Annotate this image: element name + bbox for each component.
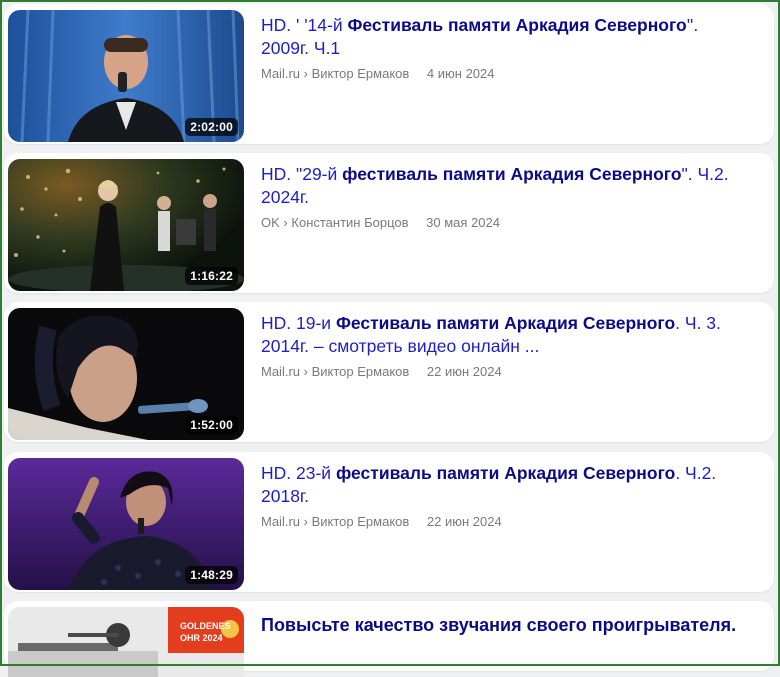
ad-badge-line2: OHR 2024 bbox=[180, 633, 223, 643]
author-name[interactable]: Константин Борцов bbox=[291, 215, 408, 230]
video-title-link[interactable]: HD. "29-й фестиваль памяти Аркадия Север… bbox=[261, 163, 751, 209]
publish-date: 4 июн 2024 bbox=[426, 66, 495, 81]
breadcrumb-separator: › bbox=[303, 364, 308, 379]
video-thumbnail[interactable]: 1:48:29 bbox=[8, 458, 244, 590]
video-thumbnail[interactable]: 1:16:22 bbox=[8, 159, 244, 291]
video-duration: 2:02:00 bbox=[185, 118, 238, 136]
video-duration: 1:52:00 bbox=[185, 416, 238, 434]
title-prefix: HD. ' '14-й bbox=[261, 15, 348, 35]
breadcrumb-separator: › bbox=[303, 514, 308, 529]
source-name[interactable]: Mail.ru bbox=[261, 66, 300, 81]
breadcrumb-separator: › bbox=[283, 215, 288, 230]
ad-card[interactable]: GOLDENES OHR 2024 Повысьте качество звуч… bbox=[4, 601, 774, 677]
breadcrumb-separator: › bbox=[303, 66, 308, 81]
video-result-card[interactable]: 1:16:22 HD. "29-й фестиваль памяти Аркад… bbox=[4, 153, 774, 293]
author-name[interactable]: Виктор Ермаков bbox=[312, 514, 410, 529]
title-prefix: HD. "29-й bbox=[261, 164, 343, 184]
video-title-link[interactable]: HD. 23-й фестиваль памяти Аркадия Северн… bbox=[261, 462, 751, 508]
title-highlight: фестиваль памяти Аркадия Северного bbox=[335, 463, 676, 483]
author-name[interactable]: Виктор Ермаков bbox=[312, 66, 410, 81]
video-info: HD. "29-й фестиваль памяти Аркадия Север… bbox=[261, 163, 751, 230]
ad-badge-line1: GOLDENES bbox=[180, 621, 231, 631]
video-info: HD. 19-и Фестиваль памяти Аркадия Северн… bbox=[261, 312, 751, 379]
video-info: HD. ' '14-й Фестиваль памяти Аркадия Сев… bbox=[261, 14, 751, 81]
video-meta: Mail.ru › Виктор Ермаков 4 июн 2024 bbox=[261, 66, 751, 81]
video-meta: OK › Константин Борцов 30 мая 2024 bbox=[261, 215, 751, 230]
video-title-link[interactable]: HD. 19-и Фестиваль памяти Аркадия Северн… bbox=[261, 312, 751, 358]
ad-info: Повысьте качество звучания своего проигр… bbox=[261, 613, 751, 637]
source-name[interactable]: Mail.ru bbox=[261, 364, 300, 379]
video-result-card[interactable]: 1:52:00 HD. 19-и Фестиваль памяти Аркади… bbox=[4, 302, 774, 442]
video-duration: 1:16:22 bbox=[185, 267, 238, 285]
ad-thumbnail[interactable]: GOLDENES OHR 2024 bbox=[8, 607, 244, 677]
title-highlight: Фестиваль памяти Аркадия Северного bbox=[335, 313, 676, 333]
ad-title-link[interactable]: Повысьте качество звучания своего проигр… bbox=[261, 613, 751, 637]
video-result-card[interactable]: 1:48:29 HD. 23-й фестиваль памяти Аркади… bbox=[4, 452, 774, 592]
video-title-link[interactable]: HD. ' '14-й Фестиваль памяти Аркадия Сев… bbox=[261, 14, 751, 60]
video-thumbnail[interactable]: 2:02:00 bbox=[8, 10, 244, 142]
title-highlight: фестиваль памяти Аркадия Северного bbox=[342, 164, 682, 184]
video-meta: Mail.ru › Виктор Ермаков 22 июн 2024 bbox=[261, 514, 751, 529]
publish-date: 22 июн 2024 bbox=[426, 364, 502, 379]
video-result-card[interactable]: 2:02:00 HD. ' '14-й Фестиваль памяти Арк… bbox=[4, 4, 774, 144]
publish-date: 30 мая 2024 bbox=[426, 215, 500, 230]
video-thumbnail[interactable]: 1:52:00 bbox=[8, 308, 244, 440]
video-duration: 1:48:29 bbox=[185, 566, 238, 584]
author-name[interactable]: Виктор Ермаков bbox=[312, 364, 410, 379]
publish-date: 22 июн 2024 bbox=[426, 514, 502, 529]
source-name[interactable]: Mail.ru bbox=[261, 514, 300, 529]
video-info: HD. 23-й фестиваль памяти Аркадия Северн… bbox=[261, 462, 751, 529]
video-meta: Mail.ru › Виктор Ермаков 22 июн 2024 bbox=[261, 364, 751, 379]
title-prefix: HD. 19-и bbox=[261, 313, 336, 333]
title-prefix: HD. 23-й bbox=[261, 463, 336, 483]
source-name[interactable]: OK bbox=[261, 215, 280, 230]
title-highlight: Фестиваль памяти Аркадия Северного bbox=[347, 15, 687, 35]
